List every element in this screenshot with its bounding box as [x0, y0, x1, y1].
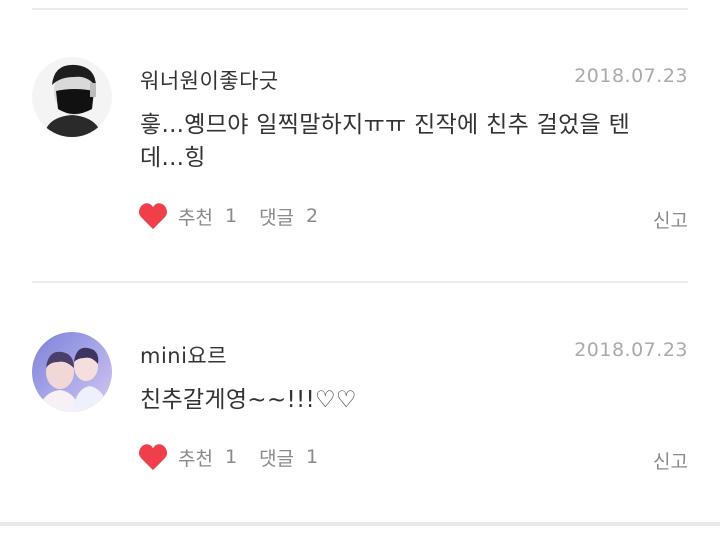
like-button[interactable]: 추천 1 — [138, 443, 237, 471]
like-label: 추천 — [178, 447, 213, 470]
reply-label: 댓글 — [259, 206, 295, 229]
comment-text: 친추갈게영~~!!!♡♡ — [140, 387, 357, 413]
reply-count: 1 — [306, 446, 319, 468]
report-button[interactable]: 신고 — [653, 206, 688, 233]
heart-icon[interactable] — [138, 202, 168, 230]
comment-date: 2018.07.23 — [574, 65, 688, 87]
avatar[interactable] — [32, 332, 112, 412]
comment-date: 2018.07.23 — [574, 339, 688, 361]
heart-icon[interactable] — [138, 443, 168, 471]
comment-username[interactable]: mini요르 — [140, 340, 227, 370]
comment-text: 흫...옝므야 일찍말하지ㅠㅠ 진작에 친추 걸었을 텐데...힝 — [140, 112, 631, 171]
comment-actions: 추천 1 댓글 2 — [138, 202, 318, 230]
reply-label: 댓글 — [259, 447, 295, 470]
comment-divider — [32, 281, 688, 283]
comment-actions: 추천 1 댓글 1 — [138, 443, 318, 471]
like-label: 추천 — [178, 206, 213, 229]
like-count: 1 — [224, 446, 238, 468]
comment-username[interactable]: 워너원이좋다긋 — [140, 65, 279, 95]
reply-button[interactable]: 댓글 1 — [259, 444, 318, 471]
avatar[interactable] — [32, 57, 112, 137]
like-count: 1 — [224, 205, 238, 227]
reply-count: 2 — [306, 205, 319, 227]
report-button[interactable]: 신고 — [653, 447, 688, 474]
top-divider — [32, 8, 688, 10]
like-button[interactable]: 추천 1 — [138, 202, 237, 230]
reply-button[interactable]: 댓글 2 — [259, 203, 318, 230]
bottom-divider — [0, 522, 720, 526]
